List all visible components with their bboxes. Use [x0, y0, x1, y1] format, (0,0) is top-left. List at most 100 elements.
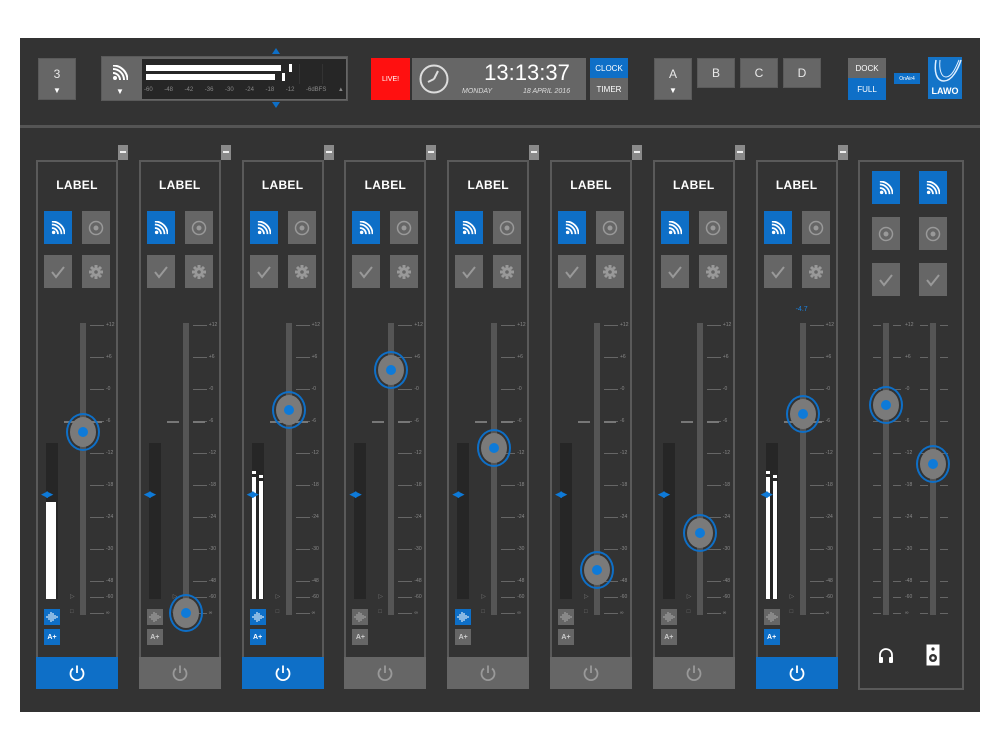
meter-adjust-icon[interactable]: ◀ ▶ [349, 489, 361, 500]
monitor-left-pfl-button[interactable] [872, 217, 900, 250]
auto-gain-button[interactable]: A+ [44, 629, 60, 645]
auto-gain-button[interactable]: A+ [455, 629, 472, 645]
pfl-button[interactable] [82, 211, 110, 244]
layer-button-d[interactable]: D [783, 58, 821, 88]
meter-adjust-icon[interactable]: ◀ ▶ [144, 489, 156, 500]
pfl-button[interactable] [596, 211, 624, 244]
layer-button-c[interactable]: C [740, 58, 778, 88]
fader-track[interactable] [491, 323, 498, 615]
pfl-button[interactable] [287, 211, 316, 244]
monitor-left-fader-track[interactable] [883, 323, 889, 615]
voice-processing-button[interactable] [249, 609, 266, 625]
source-dropdown-icon[interactable]: ▼ [116, 87, 124, 96]
fader-track[interactable] [80, 323, 86, 615]
fader-knob[interactable] [785, 395, 820, 434]
monitor-right-confirm-button[interactable] [919, 263, 947, 296]
collapse-channel-button[interactable] [837, 145, 848, 160]
settings-button[interactable] [596, 255, 624, 288]
fader-knob[interactable] [271, 391, 306, 430]
fader-knob[interactable] [682, 514, 717, 552]
voice-processing-button[interactable] [763, 609, 780, 625]
source-button[interactable] [455, 211, 484, 244]
source-button[interactable] [146, 211, 175, 244]
full-button[interactable]: FULL [848, 78, 886, 100]
meter-adjust-icon[interactable]: ◀ ▶ [247, 489, 259, 500]
confirm-button[interactable] [146, 255, 175, 288]
auto-gain-button[interactable]: A+ [352, 629, 369, 645]
timer-mode-button[interactable]: TIMER [590, 78, 628, 100]
source-button[interactable] [558, 211, 586, 244]
dock-button[interactable]: DOCK [848, 58, 886, 78]
confirm-button[interactable] [44, 255, 72, 288]
confirm-button[interactable] [352, 255, 381, 288]
voice-processing-button[interactable] [660, 609, 677, 625]
monitor-left-confirm-button[interactable] [872, 263, 900, 296]
fader-track[interactable] [696, 323, 703, 615]
settings-button[interactable] [390, 255, 419, 288]
channel-on-button[interactable] [652, 657, 735, 689]
fader-knob[interactable] [168, 594, 203, 632]
channel-on-button[interactable] [138, 657, 221, 689]
pfl-button[interactable] [390, 211, 419, 244]
settings-button[interactable] [493, 255, 522, 288]
settings-button[interactable] [82, 255, 110, 288]
layer-button-b[interactable]: B [697, 58, 735, 88]
settings-button[interactable] [801, 255, 830, 288]
fader-track[interactable] [285, 323, 292, 615]
settings-button[interactable] [698, 255, 727, 288]
collapse-channel-button[interactable] [118, 145, 128, 160]
collapse-channel-button[interactable] [323, 145, 334, 160]
fader-track[interactable] [182, 323, 189, 615]
auto-gain-button[interactable]: A+ [763, 629, 780, 645]
auto-gain-button[interactable]: A+ [146, 629, 163, 645]
source-button[interactable] [44, 211, 72, 244]
wifi-source-icon[interactable] [112, 64, 129, 86]
settings-button[interactable] [287, 255, 316, 288]
collapse-channel-button[interactable] [529, 145, 540, 160]
voice-processing-button[interactable] [558, 609, 574, 625]
clock-mode-button[interactable]: CLOCK [590, 58, 628, 78]
voice-processing-button[interactable] [146, 609, 163, 625]
source-button[interactable] [249, 211, 278, 244]
source-button[interactable] [763, 211, 792, 244]
confirm-button[interactable] [455, 255, 484, 288]
fader-knob[interactable] [66, 412, 100, 451]
fader-knob[interactable] [477, 428, 512, 467]
monitor-right-pfl-button[interactable] [919, 217, 947, 250]
pfl-button[interactable] [698, 211, 727, 244]
confirm-button[interactable] [558, 255, 586, 288]
voice-processing-button[interactable] [352, 609, 369, 625]
pfl-button[interactable] [184, 211, 213, 244]
meter-adjust-icon[interactable]: ◀ ▶ [658, 489, 670, 500]
channel-on-button[interactable] [36, 657, 118, 689]
auto-gain-button[interactable]: A+ [660, 629, 677, 645]
voice-processing-button[interactable] [455, 609, 472, 625]
settings-button[interactable] [184, 255, 213, 288]
meter-ref-up-icon[interactable] [272, 48, 280, 54]
channel-on-button[interactable] [550, 657, 632, 689]
fader-track[interactable] [799, 323, 806, 615]
pfl-button[interactable] [801, 211, 830, 244]
meter-adjust-icon[interactable]: ◀ ▶ [555, 489, 567, 500]
meter-adjust-icon[interactable]: ◀ ▶ [452, 489, 464, 500]
speaker-icon[interactable] [926, 644, 940, 671]
confirm-button[interactable] [763, 255, 792, 288]
collapse-channel-button[interactable] [734, 145, 745, 160]
confirm-button[interactable] [249, 255, 278, 288]
layer-button-a[interactable]: A ▼ [654, 58, 692, 100]
monitor-left-knob[interactable] [869, 386, 903, 424]
voice-processing-button[interactable] [44, 609, 60, 625]
channel-on-button[interactable] [447, 657, 530, 689]
bank-selector[interactable]: 3 ▼ [38, 58, 76, 100]
auto-gain-button[interactable]: A+ [558, 629, 574, 645]
monitor-right-source-button[interactable] [919, 171, 947, 204]
collapse-channel-button[interactable] [632, 145, 642, 160]
source-button[interactable] [352, 211, 381, 244]
source-button[interactable] [660, 211, 689, 244]
monitor-left-source-button[interactable] [872, 171, 900, 204]
channel-on-button[interactable] [344, 657, 427, 689]
confirm-button[interactable] [660, 255, 689, 288]
monitor-right-knob[interactable] [916, 444, 950, 483]
meter-adjust-icon[interactable]: ◀ ▶ [761, 489, 773, 500]
channel-on-button[interactable] [755, 657, 838, 689]
